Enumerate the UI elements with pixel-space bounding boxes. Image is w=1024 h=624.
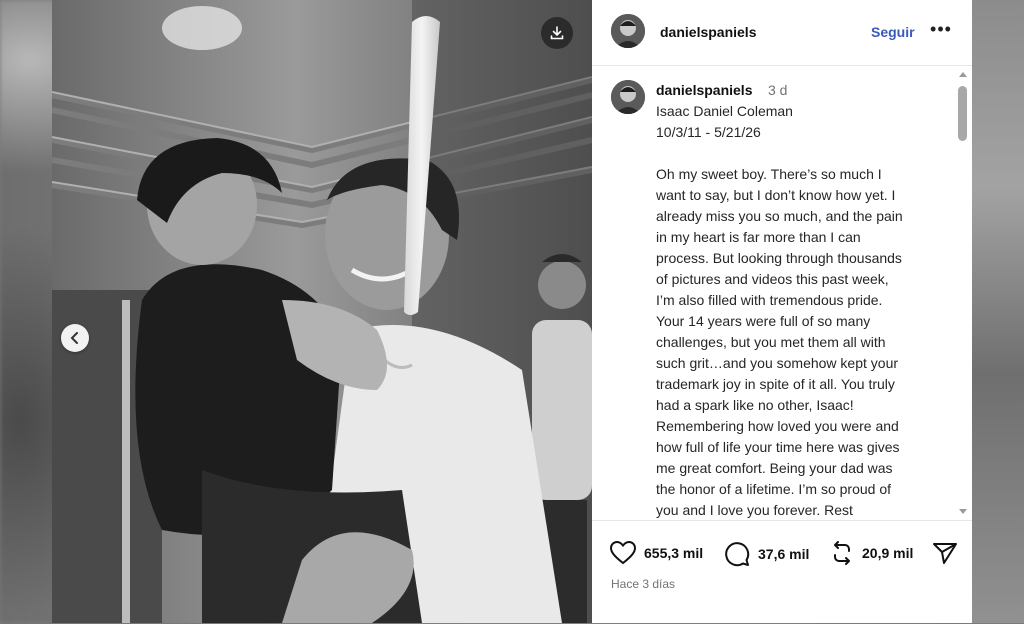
caption-line: such grit…and you somehow kept your — [656, 355, 899, 371]
avatar[interactable] — [611, 14, 645, 48]
caption-avatar[interactable] — [611, 80, 645, 114]
scroll-down-arrow-icon[interactable] — [959, 509, 967, 514]
like-action: 655,3 mil — [610, 541, 703, 565]
heart-icon[interactable] — [610, 541, 636, 565]
caption-line: you and I love you forever. Rest — [656, 502, 853, 518]
avatar-image — [611, 80, 645, 114]
scroll-thumb[interactable] — [958, 86, 967, 141]
caption-line: trademark joy in spite of it all. You tr… — [656, 376, 895, 392]
likes-count[interactable]: 655,3 mil — [644, 545, 703, 561]
caption-line: already miss you so much, and the pain — [656, 208, 903, 224]
header-username[interactable]: danielspaniels — [660, 24, 756, 40]
comment-action: 37,6 mil — [724, 541, 809, 567]
post-actions: 655,3 mil 37,6 mil 20,9 mil Hace 3 días — [592, 520, 972, 624]
photo-illustration — [52, 0, 592, 623]
caption-line: challenges, but you met them all with — [656, 334, 886, 350]
comment-icon[interactable] — [724, 541, 750, 567]
caption-line: Remembering how loved you were and — [656, 418, 899, 434]
post-header: danielspaniels Seguir ••• — [592, 0, 972, 66]
caption-line: had a spark like no other, Isaac! — [656, 397, 854, 413]
caption-line: how full of life your time here was give… — [656, 439, 900, 455]
post-time-ago[interactable]: 3 d — [768, 82, 787, 98]
caption-line: the honor of a lifetime. I’m so proud of — [656, 481, 892, 497]
caption-text: Isaac Daniel Coleman 10/3/11 - 5/21/26 Oh … — [656, 101, 956, 520]
avatar-image — [611, 14, 645, 48]
send-action[interactable] — [932, 541, 958, 565]
repost-action: 20,9 mil — [830, 541, 913, 565]
follow-button[interactable]: Seguir — [871, 24, 915, 40]
posted-ago[interactable]: Hace 3 días — [611, 577, 675, 591]
caption-line: 10/3/11 - 5/21/26 — [656, 124, 761, 140]
more-options-button[interactable]: ••• — [930, 18, 952, 40]
comments-count[interactable]: 37,6 mil — [758, 546, 809, 562]
repost-icon[interactable] — [830, 541, 854, 565]
caption-line: of pictures and videos this past week, — [656, 271, 889, 287]
caption-scrollbar[interactable] — [956, 72, 970, 518]
send-icon[interactable] — [932, 541, 958, 565]
caption-username[interactable]: danielspaniels — [656, 82, 752, 98]
download-button[interactable] — [541, 17, 573, 49]
caption-line: process. But looking through thousands — [656, 250, 902, 266]
caption-blank-line — [656, 143, 956, 164]
caption-line: I’m also filled with tremendous pride. — [656, 292, 883, 308]
post-side-panel: danielspaniels Seguir ••• danielspaniels… — [592, 0, 972, 623]
caption-area: danielspaniels 3 d Isaac Daniel Coleman 1… — [592, 66, 972, 520]
previous-photo-button[interactable] — [61, 324, 89, 352]
caption-line: Isaac Daniel Coleman — [656, 103, 793, 119]
caption-line: me great comfort. Being your dad was — [656, 460, 893, 476]
caption-line: Your 14 years were full of so many — [656, 313, 871, 329]
scroll-up-arrow-icon[interactable] — [959, 72, 967, 77]
caption-line: in my heart is far more than I can — [656, 229, 861, 245]
post-photo[interactable] — [52, 0, 592, 623]
download-icon — [550, 26, 564, 40]
caption-line: Oh my sweet boy. There’s so much I — [656, 166, 882, 182]
reposts-count[interactable]: 20,9 mil — [862, 545, 913, 561]
caption-line: want to say, but I don’t know how yet. I — [656, 187, 896, 203]
blurred-backdrop-right — [972, 0, 1024, 623]
chevron-left-icon — [70, 332, 78, 344]
